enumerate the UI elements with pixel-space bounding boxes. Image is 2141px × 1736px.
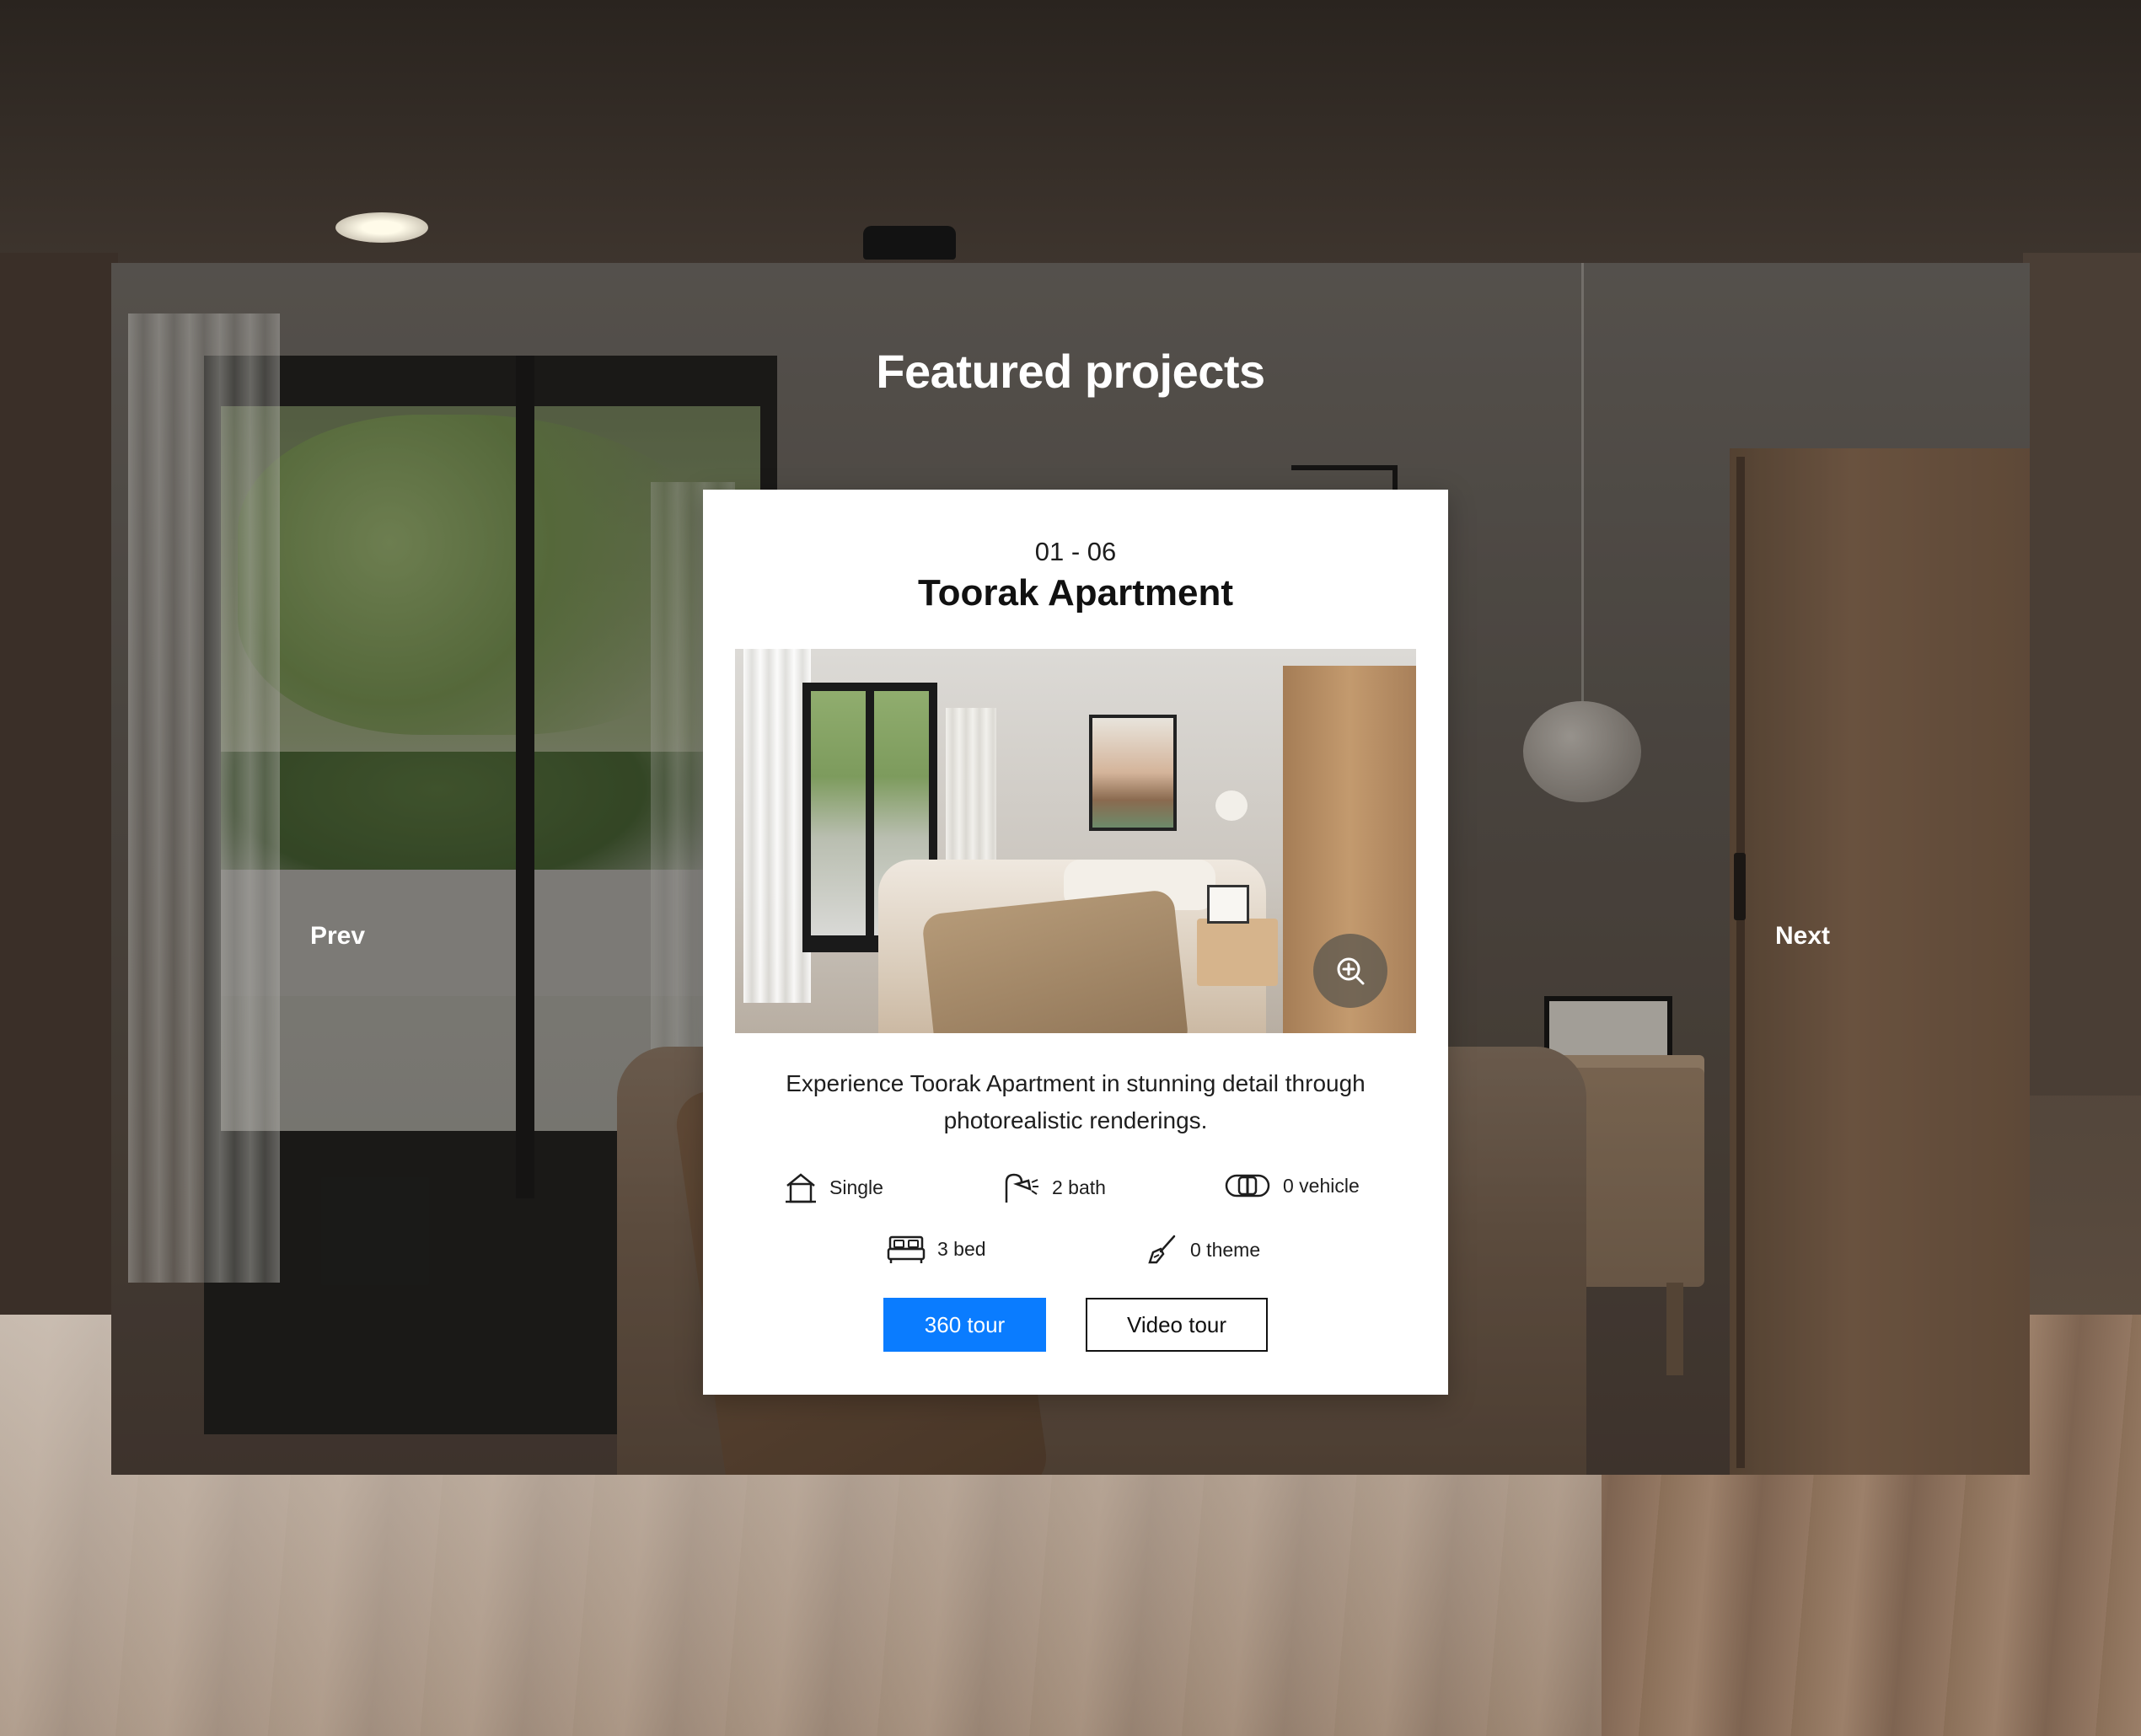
feature-vehicle-label: 0 vehicle [1283,1174,1360,1197]
feature-theme: 0 theme [1146,1234,1260,1266]
feature-bath-label: 2 bath [1052,1176,1106,1198]
project-title: Toorak Apartment [917,572,1234,613]
project-description: Experience Toorak Apartment in stunning … [786,1070,1366,1133]
feature-bed: 3 bed [887,1234,986,1264]
left-wall [0,253,118,1348]
house-icon [786,1173,816,1203]
image-pendant-lamp [1215,790,1248,821]
next-button[interactable]: Next [1775,922,1830,951]
project-card: 01 - 06 Toorak Apartment Experience Toor… [703,490,1448,1395]
ceiling [0,0,2141,270]
project-image[interactable] [735,649,1416,1033]
bed-icon [887,1235,926,1263]
feature-theme-label: 0 theme [1190,1238,1261,1261]
car-icon [1225,1174,1270,1198]
video-tour-button[interactable]: Video tour [1086,1298,1268,1352]
image-curtain [743,649,811,1003]
slide-counter: 01 - 06 [1034,537,1117,566]
shower-icon [1005,1173,1038,1203]
ceiling-fixture [863,226,956,260]
feature-type-label: Single [829,1176,883,1198]
image-throw [920,888,1190,1033]
brush-icon [1148,1235,1176,1264]
feature-bath: 2 bath [1001,1171,1106,1204]
image-nightstand [1197,919,1278,986]
feature-bed-label: 3 bed [937,1237,986,1260]
zoom-in-icon [1337,957,1365,985]
feature-type: Single [784,1171,883,1204]
image-window-mullion [866,683,874,952]
image-bedside-item [1207,885,1249,924]
section-heading: Featured projects [876,345,1265,398]
zoom-button[interactable] [1313,934,1387,1008]
360-tour-button[interactable]: 360 tour [883,1298,1046,1352]
ceiling-downlight [335,212,428,243]
prev-button[interactable]: Prev [310,922,365,951]
feature-vehicle: 0 vehicle [1224,1171,1360,1201]
image-wall-art [1089,715,1177,831]
